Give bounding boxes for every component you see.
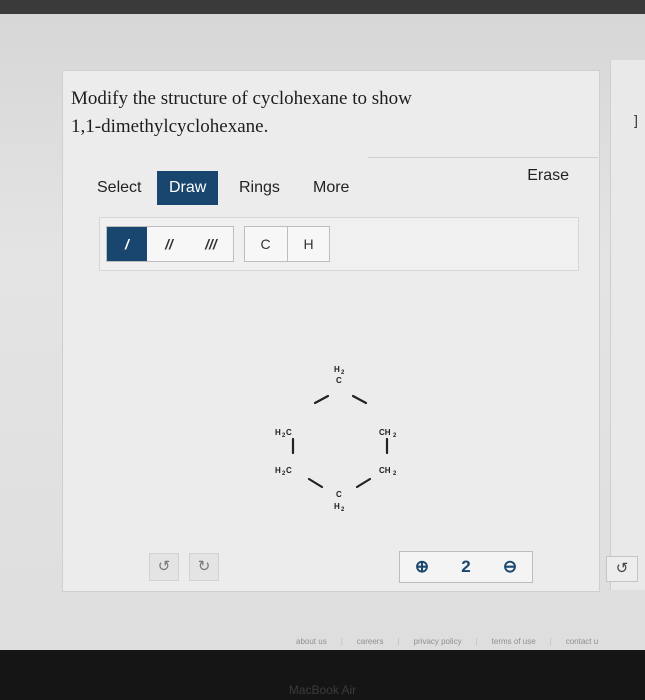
device-label: MacBook Air bbox=[288, 683, 357, 697]
bond-tools: / // /// bbox=[106, 226, 234, 262]
double-bond-button[interactable]: // bbox=[149, 227, 189, 261]
atom-bottom-c: C bbox=[336, 490, 342, 499]
footer-contact-link[interactable]: contact u bbox=[566, 637, 598, 646]
hydrogen-atom-button[interactable]: H bbox=[287, 227, 329, 261]
drawing-canvas[interactable]: H 2 C H 2 C CH 2 H 2 C CH 2 C H 2 bbox=[85, 279, 599, 591]
triple-bond-button[interactable]: /// bbox=[191, 227, 231, 261]
top-band bbox=[0, 0, 645, 14]
atom-upper-right-sub: 2 bbox=[393, 433, 397, 439]
undo-icon[interactable]: ↺ bbox=[149, 553, 179, 581]
erase-button[interactable]: Erase bbox=[527, 167, 569, 185]
single-bond-button[interactable]: / bbox=[107, 227, 147, 261]
footer-about-link[interactable]: about us bbox=[296, 637, 327, 646]
zoom-in-icon[interactable]: ⊕ bbox=[400, 552, 444, 582]
footer-separator: | bbox=[475, 637, 478, 646]
adjacent-panel: ] bbox=[610, 60, 645, 590]
adjacent-undo-icon[interactable]: ↺ bbox=[606, 556, 638, 582]
question-line-1: Modify the structure of cyclohexane to s… bbox=[71, 88, 412, 109]
question-text: Modify the structure of cyclohexane to s… bbox=[71, 85, 541, 141]
atom-lower-left-h: H bbox=[275, 466, 281, 475]
atom-bottom-h: H bbox=[334, 502, 340, 511]
editor-tabs: Select Draw Rings More Erase bbox=[85, 167, 599, 207]
question-line-2: 1,1-dimethylcyclohexane. bbox=[71, 116, 269, 137]
atom-top-h: H bbox=[334, 365, 340, 374]
zoom-controls: ⊕ 2 ⊖ bbox=[399, 551, 533, 583]
atom-lower-right-ch: CH bbox=[379, 466, 391, 475]
footer-separator: | bbox=[397, 637, 400, 646]
bond-top-left[interactable] bbox=[313, 394, 330, 405]
panel-marker: ] bbox=[634, 112, 638, 128]
atom-upper-left-h: H bbox=[275, 428, 281, 437]
footer-terms-link[interactable]: terms of use bbox=[492, 637, 536, 646]
atom-upper-right-ch: CH bbox=[379, 428, 391, 437]
atom-lower-right-sub: 2 bbox=[393, 471, 397, 477]
bond-top-right[interactable] bbox=[351, 394, 368, 405]
footer-privacy-link[interactable]: privacy policy bbox=[414, 637, 462, 646]
carbon-atom-button[interactable]: C bbox=[245, 227, 286, 261]
zoom-out-icon[interactable]: ⊖ bbox=[488, 552, 532, 582]
bond-bottom-left[interactable] bbox=[307, 477, 324, 489]
screen: ] ↺ Modify the structure of cyclohexane … bbox=[0, 0, 645, 650]
toolbar-divider bbox=[368, 157, 598, 158]
footer-separator: | bbox=[340, 637, 343, 646]
zoom-reset-icon[interactable]: 2 bbox=[444, 552, 488, 582]
redo-icon[interactable]: ↻ bbox=[189, 553, 219, 581]
tab-draw[interactable]: Draw bbox=[157, 171, 219, 205]
tab-select[interactable]: Select bbox=[85, 171, 153, 205]
atom-bottom-sub: 2 bbox=[341, 507, 345, 513]
draw-toolbar: / // /// C H bbox=[99, 217, 579, 271]
cyclohexane-structure[interactable]: H 2 C H 2 C CH 2 H 2 C CH 2 C H 2 bbox=[85, 279, 599, 591]
atom-tools: C H bbox=[244, 226, 330, 262]
atom-top-c: C bbox=[336, 376, 342, 385]
atom-lower-left-c: C bbox=[286, 466, 292, 475]
footer-careers-link[interactable]: careers bbox=[357, 637, 384, 646]
bond-bottom-right[interactable] bbox=[355, 477, 372, 489]
atom-upper-left-c: C bbox=[286, 428, 292, 437]
tab-more[interactable]: More bbox=[301, 171, 361, 205]
question-card: Modify the structure of cyclohexane to s… bbox=[62, 70, 600, 592]
footer-links: about us | careers | privacy policy | terms of… bbox=[296, 637, 645, 651]
footer-separator: | bbox=[549, 637, 552, 646]
tab-rings[interactable]: Rings bbox=[227, 171, 292, 205]
